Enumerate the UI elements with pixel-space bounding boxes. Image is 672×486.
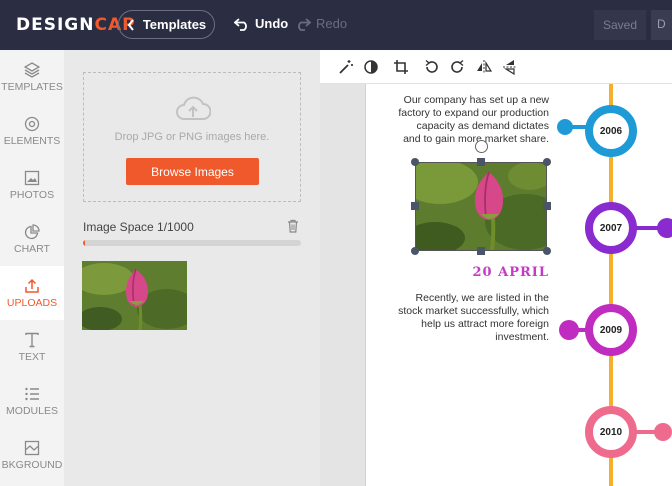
date-heading[interactable]: 20 APRIL — [463, 265, 549, 280]
sidebar-item-chart[interactable]: CHART — [0, 212, 64, 266]
timeline-dot — [557, 119, 573, 135]
flip-vertical-icon[interactable] — [502, 59, 518, 75]
sidebar-item-elements[interactable]: ELEMENTS — [0, 104, 64, 158]
canvas-workspace: 2006 2007 2009 2010 Our company has set … — [320, 84, 672, 486]
timeline-node-2010[interactable]: 2010 — [585, 406, 637, 458]
list-icon — [25, 387, 39, 400]
undo-button[interactable]: Undo — [234, 16, 288, 31]
sidebar-item-label: PHOTOS — [9, 188, 55, 201]
uploaded-image-thumbnail[interactable] — [82, 261, 187, 330]
image-space-label: Image Space 1/1000 — [83, 220, 194, 234]
timeline-year: 2006 — [599, 125, 623, 137]
sidebar-item-label: UPLOADS — [6, 296, 58, 309]
undo-label: Undo — [255, 16, 289, 31]
resize-handle-top-left[interactable] — [411, 158, 419, 166]
timeline-dot — [654, 423, 672, 441]
selection-frame — [415, 162, 547, 251]
undo-icon — [234, 17, 247, 31]
download-button[interactable]: D — [651, 10, 672, 40]
rotate-handle[interactable] — [475, 140, 488, 153]
selected-photo[interactable] — [411, 140, 551, 255]
resize-handle-right[interactable] — [543, 202, 551, 210]
timeline-node-2006[interactable]: 2006 — [585, 105, 637, 157]
sidebar-item-modules[interactable]: MODULES — [0, 374, 64, 428]
cloud-upload-icon — [176, 96, 211, 120]
redo-button[interactable]: Redo — [295, 16, 347, 31]
magic-wand-icon[interactable] — [338, 59, 354, 75]
top-bar: DESIGNCAP Templates Undo Redo Saved D — [0, 0, 672, 50]
sidebar-item-label: TEXT — [18, 350, 46, 363]
background-icon — [24, 440, 40, 455]
sidebar-item-label: MODULES — [6, 404, 58, 417]
sidebar-item-templates[interactable]: TEMPLATES — [0, 50, 64, 104]
trash-icon[interactable] — [287, 219, 299, 233]
resize-handle-bottom-right[interactable] — [543, 247, 551, 255]
drop-hint: Drop JPG or PNG images here. — [114, 131, 270, 143]
resize-handle-bottom-left[interactable] — [411, 247, 419, 255]
elements-icon — [24, 116, 40, 131]
browse-images-button[interactable]: Browse Images — [126, 158, 259, 185]
resize-handle-left[interactable] — [411, 202, 419, 210]
sidebar-item-label: CHART — [14, 242, 50, 255]
timeline-node-2007[interactable]: 2007 — [585, 202, 637, 254]
contrast-icon[interactable] — [363, 59, 379, 75]
redo-label: Redo — [316, 16, 348, 31]
sidebar-item-label: ELEMENTS — [3, 134, 61, 147]
pie-chart-icon — [24, 223, 40, 239]
layers-icon — [24, 61, 40, 78]
sidebar-item-background[interactable]: BKGROUND — [0, 428, 64, 482]
design-page[interactable]: 2006 2007 2009 2010 Our company has set … — [365, 84, 672, 486]
resize-handle-bottom[interactable] — [477, 247, 485, 255]
chevron-left-icon — [127, 18, 134, 31]
image-space-progress-fill — [83, 240, 86, 246]
resize-handle-top-right[interactable] — [543, 158, 551, 166]
templates-button[interactable]: Templates — [118, 10, 215, 39]
rotate-right-icon[interactable] — [449, 59, 465, 75]
upload-dropzone[interactable]: Drop JPG or PNG images here. Browse Imag… — [83, 72, 301, 202]
timeline-dot — [657, 218, 672, 238]
timeline-node-2009[interactable]: 2009 — [585, 304, 637, 356]
timeline-year: 2007 — [599, 222, 623, 234]
timeline-year: 2009 — [599, 324, 623, 336]
templates-label: Templates — [142, 17, 207, 32]
sidebar-item-photos[interactable]: PHOTOS — [0, 158, 64, 212]
timeline-year: 2010 — [599, 426, 623, 438]
sidebar-item-text[interactable]: TEXT — [0, 320, 64, 374]
timeline-text-block[interactable]: Recently, we are listed in the stock mar… — [398, 292, 549, 344]
resize-handle-top[interactable] — [477, 158, 485, 166]
crop-icon[interactable] — [393, 59, 409, 75]
photo-icon — [24, 170, 40, 185]
timeline-text-block[interactable]: Our company has set up a new factory to … — [398, 94, 549, 146]
saved-button[interactable]: Saved — [594, 10, 646, 40]
sidebar-item-label: BKGROUND — [1, 458, 63, 471]
rotate-left-icon[interactable] — [424, 59, 440, 75]
left-sidebar: TEMPLATES ELEMENTS PHOTOS CHART UPLOADS … — [0, 50, 64, 486]
timeline-dot — [559, 320, 579, 340]
upload-icon — [25, 278, 39, 293]
uploads-panel: Drop JPG or PNG images here. Browse Imag… — [64, 50, 320, 486]
image-toolbar — [320, 50, 672, 84]
flip-horizontal-icon[interactable] — [476, 59, 492, 75]
image-space-progress — [83, 240, 301, 246]
redo-icon — [298, 17, 311, 31]
text-icon — [25, 332, 39, 347]
sidebar-item-label: TEMPLATES — [1, 80, 63, 93]
sidebar-item-uploads[interactable]: UPLOADS — [0, 266, 64, 320]
